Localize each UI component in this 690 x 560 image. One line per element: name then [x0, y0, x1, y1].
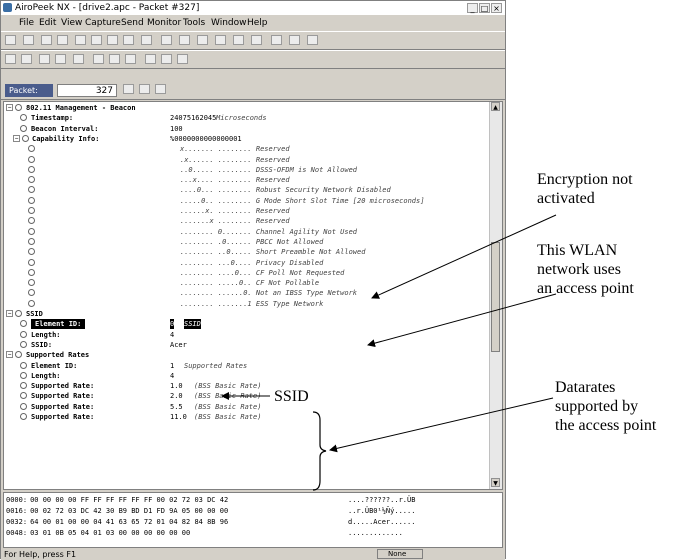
brace-supported-rates — [312, 411, 327, 491]
arrow-wlan — [367, 293, 557, 348]
arrow-datarates — [329, 397, 554, 453]
annotation-arrows — [221, 214, 557, 491]
arrow-encryption — [371, 214, 557, 299]
